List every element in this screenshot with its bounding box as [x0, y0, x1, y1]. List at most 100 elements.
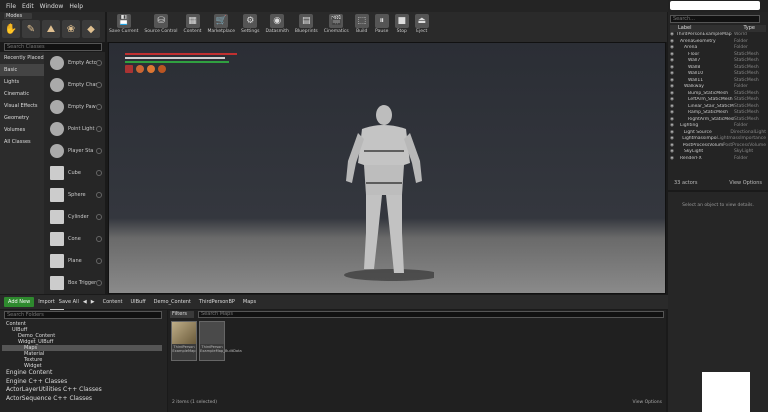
tab-modes[interactable]: Modes [4, 13, 32, 19]
filters-button[interactable]: Filters [170, 311, 194, 318]
asset-view-options[interactable]: View Options [633, 400, 662, 405]
pause-icon: ⏸ [374, 14, 389, 28]
toolbar-label: Marketplace [207, 29, 236, 34]
category-volumes[interactable]: Volumes [0, 124, 44, 136]
cinematics-button[interactable]: 🎬 Cinematics [324, 14, 349, 34]
place-item[interactable]: Sphere [44, 184, 105, 206]
mannequin-character[interactable] [334, 103, 434, 283]
asset-tile[interactable]: ThirdPerson ExampleMap_BuiltData [199, 321, 242, 361]
stop-button[interactable]: ■ Stop [394, 14, 409, 34]
help-icon[interactable] [96, 60, 102, 66]
hud-health-bar [125, 53, 237, 55]
help-icon[interactable] [96, 126, 102, 132]
category-cinematic[interactable]: Cinematic [0, 88, 44, 100]
settings-button[interactable]: ⚙ Settings [241, 14, 260, 34]
help-icon[interactable] [96, 192, 102, 198]
help-icon[interactable] [96, 170, 102, 176]
eject-button[interactable]: ⏏ Eject [414, 14, 429, 34]
place-icon[interactable]: ✋ [2, 20, 20, 38]
menu-help[interactable]: Help [69, 3, 83, 10]
breadcrumb-demo_content[interactable]: Demo_Content [154, 299, 191, 305]
place-item[interactable]: Box Trigger [44, 272, 105, 294]
category-basic[interactable]: Basic [0, 64, 44, 76]
pause-button[interactable]: ⏸ Pause [374, 14, 389, 34]
place-items-list: Empty Acto Empty Char Empty Paw Point Light… [44, 52, 105, 312]
toolbar-label: Source Control [144, 29, 178, 34]
breadcrumb-content[interactable]: Content [103, 299, 123, 305]
help-icon[interactable] [96, 148, 102, 154]
asset-tile[interactable]: ThirdPerson ExampleMap [171, 321, 197, 361]
back-icon[interactable]: ◀ [83, 299, 87, 305]
menu-window[interactable]: Window [40, 3, 64, 10]
blueprints-button[interactable]: ▤ Blueprints [295, 14, 318, 34]
folder-engine-content[interactable]: Engine Content [2, 369, 162, 378]
place-item[interactable]: Player Sta [44, 140, 105, 162]
folder-actorlayerutilities-c-classes[interactable]: ActorLayerUtilities C++ Classes [2, 386, 162, 395]
place-item[interactable]: Plane [44, 250, 105, 272]
category-visual-effects[interactable]: Visual Effects [0, 100, 44, 112]
breadcrumb-thirdpersonbp[interactable]: ThirdPersonBP [199, 299, 235, 305]
help-icon[interactable] [96, 236, 102, 242]
category-recently-placed[interactable]: Recently Placed [0, 52, 44, 64]
landscape-icon[interactable]: ⛰ [42, 20, 60, 38]
place-item-icon [50, 232, 64, 246]
content-browser-toolbar: Add New Import Save All ◀ ▶ Content UIBuf… [0, 295, 668, 309]
help-icon[interactable] [96, 280, 102, 286]
details-empty-message: Select an object to view details. [682, 203, 754, 208]
asset-name: ThirdPerson ExampleMap_BuiltData [200, 345, 242, 353]
save-current-button[interactable]: 💾 Save Current [109, 14, 138, 34]
outliner-view-options[interactable]: View Options [729, 180, 762, 187]
blank-strip [0, 412, 768, 419]
folder-actorsequence-c-classes[interactable]: ActorSequence C++ Classes [2, 395, 162, 404]
actor-count: 33 actors [674, 180, 698, 186]
place-item[interactable]: Empty Acto [44, 52, 105, 74]
outliner-col-type[interactable]: Type [692, 25, 755, 32]
place-item-label: Sphere [68, 192, 86, 198]
build-button[interactable]: ⬚ Build [354, 14, 369, 34]
paint-icon[interactable]: ✎ [22, 20, 40, 38]
search-classes-input[interactable]: Search Classes [4, 43, 102, 51]
help-icon[interactable] [96, 214, 102, 220]
help-icon[interactable] [96, 82, 102, 88]
place-item[interactable]: Cylinder [44, 206, 105, 228]
foliage-icon[interactable]: ❀ [62, 20, 80, 38]
place-item[interactable]: Empty Paw [44, 96, 105, 118]
source-control-button[interactable]: ⛁ Source Control [144, 14, 178, 34]
outliner-search-input[interactable]: Search... [670, 15, 760, 23]
breadcrumb-maps[interactable]: Maps [243, 299, 256, 305]
help-icon[interactable] [96, 104, 102, 110]
outliner-row[interactable]: ◉ RenderFX Folder [670, 156, 766, 163]
place-item[interactable]: Point Light [44, 118, 105, 140]
place-item[interactable]: Cone [44, 228, 105, 250]
menu-edit[interactable]: Edit [22, 3, 34, 10]
content-button[interactable]: ▦ Content [184, 14, 201, 34]
outliner-col-label[interactable]: Label [670, 25, 692, 32]
marketplace-button[interactable]: 🛒 Marketplace [207, 14, 235, 34]
asset-tiles: ThirdPerson ExampleMap ThirdPerson Exampl… [171, 321, 242, 361]
datasmith-button[interactable]: ◉ Datasmith [266, 14, 289, 34]
geometry-icon[interactable]: ◆ [82, 20, 100, 38]
place-item[interactable]: Empty Char [44, 74, 105, 96]
toolbar-label: Settings [241, 29, 260, 34]
marketplace-icon: 🛒 [214, 14, 229, 28]
import-button[interactable]: Import [38, 299, 55, 305]
content-icon: ▦ [185, 14, 200, 28]
place-item-label: Plane [68, 258, 82, 264]
save-all-button[interactable]: Save All [59, 299, 79, 305]
help-icon[interactable] [96, 258, 102, 264]
search-assets-input[interactable]: Search Maps [198, 311, 664, 318]
source-control-icon: ⛁ [153, 14, 168, 28]
search-folders-input[interactable]: Search Folders [4, 311, 162, 319]
place-item-icon [50, 122, 64, 136]
level-viewport[interactable] [108, 42, 666, 294]
outliner-rows: ◉ ThirdPersonExampleMap World ◉ ArenaGeometr… [670, 32, 766, 178]
breadcrumb-uibuff[interactable]: UIBuff [130, 299, 145, 305]
folder-engine-c-classes[interactable]: Engine C++ Classes [2, 378, 162, 387]
menu-file[interactable]: File [6, 3, 16, 10]
category-lights[interactable]: Lights [0, 76, 44, 88]
add-new-button[interactable]: Add New [4, 297, 35, 307]
breadcrumb: Content UIBuff Demo_Content ThirdPersonBP Ma… [95, 299, 257, 305]
place-item[interactable]: Cube [44, 162, 105, 184]
category-geometry[interactable]: Geometry [0, 112, 44, 124]
category-all-classes[interactable]: All Classes [0, 136, 44, 148]
